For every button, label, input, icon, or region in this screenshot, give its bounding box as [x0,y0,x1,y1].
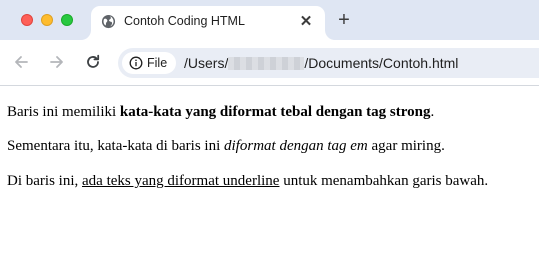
para2-after: agar miring. [367,138,445,154]
tab-strip: Contoh Coding HTML ✕ + [0,0,539,40]
para1-before: Baris ini memiliki [7,104,120,120]
reload-button[interactable] [83,52,103,72]
forward-button[interactable] [47,52,67,72]
para3-before: Di baris ini, [7,173,82,189]
para1-after: . [430,104,435,120]
paragraph-underline: Di baris ini, ada teks yang diformat und… [7,172,488,190]
site-info-chip[interactable]: File [122,52,176,74]
url-suffix: /Documents/Contoh.html [304,55,459,71]
site-info-label: File [147,56,168,70]
browser-toolbar: File /Users/ /Documents/Contoh.html [0,40,539,86]
new-tab-button[interactable]: + [333,9,355,31]
window-close-button[interactable] [21,14,33,26]
window-minimize-button[interactable] [41,14,53,26]
url-redacted-segment [228,57,305,70]
url-text[interactable]: /Users/ /Documents/Contoh.html [184,55,458,71]
tab-active[interactable]: Contoh Coding HTML ✕ [91,6,325,40]
paragraph-bold: Baris ini memiliki kata-kata yang diform… [7,103,434,121]
address-bar[interactable]: File /Users/ /Documents/Contoh.html [118,48,539,78]
url-prefix: /Users/ [184,55,229,71]
info-icon [129,56,143,70]
reload-icon [87,54,100,68]
page-content: Baris ini memiliki kata-kata yang diform… [0,86,539,255]
para3-underline: ada teks yang diformat underline [82,173,280,189]
para2-before: Sementara itu, kata-kata di baris ini [7,138,225,154]
paragraph-italic: Sementara itu, kata-kata di baris ini di… [7,137,445,155]
tab-close-button[interactable]: ✕ [297,13,315,31]
para1-strong: kata-kata yang diformat tebal dengan tag… [119,104,431,120]
para2-em: diformat dengan tag em [224,138,368,154]
globe-icon [101,14,116,29]
arrow-left-icon [15,56,28,68]
arrow-right-icon [50,56,63,68]
window-zoom-button[interactable] [61,14,73,26]
back-button[interactable] [11,52,31,72]
browser-window: Contoh Coding HTML ✕ + File /Users/ /Doc… [0,0,539,255]
tab-title: Contoh Coding HTML [124,14,245,28]
para3-after: untuk menambahkan garis bawah. [279,173,489,189]
